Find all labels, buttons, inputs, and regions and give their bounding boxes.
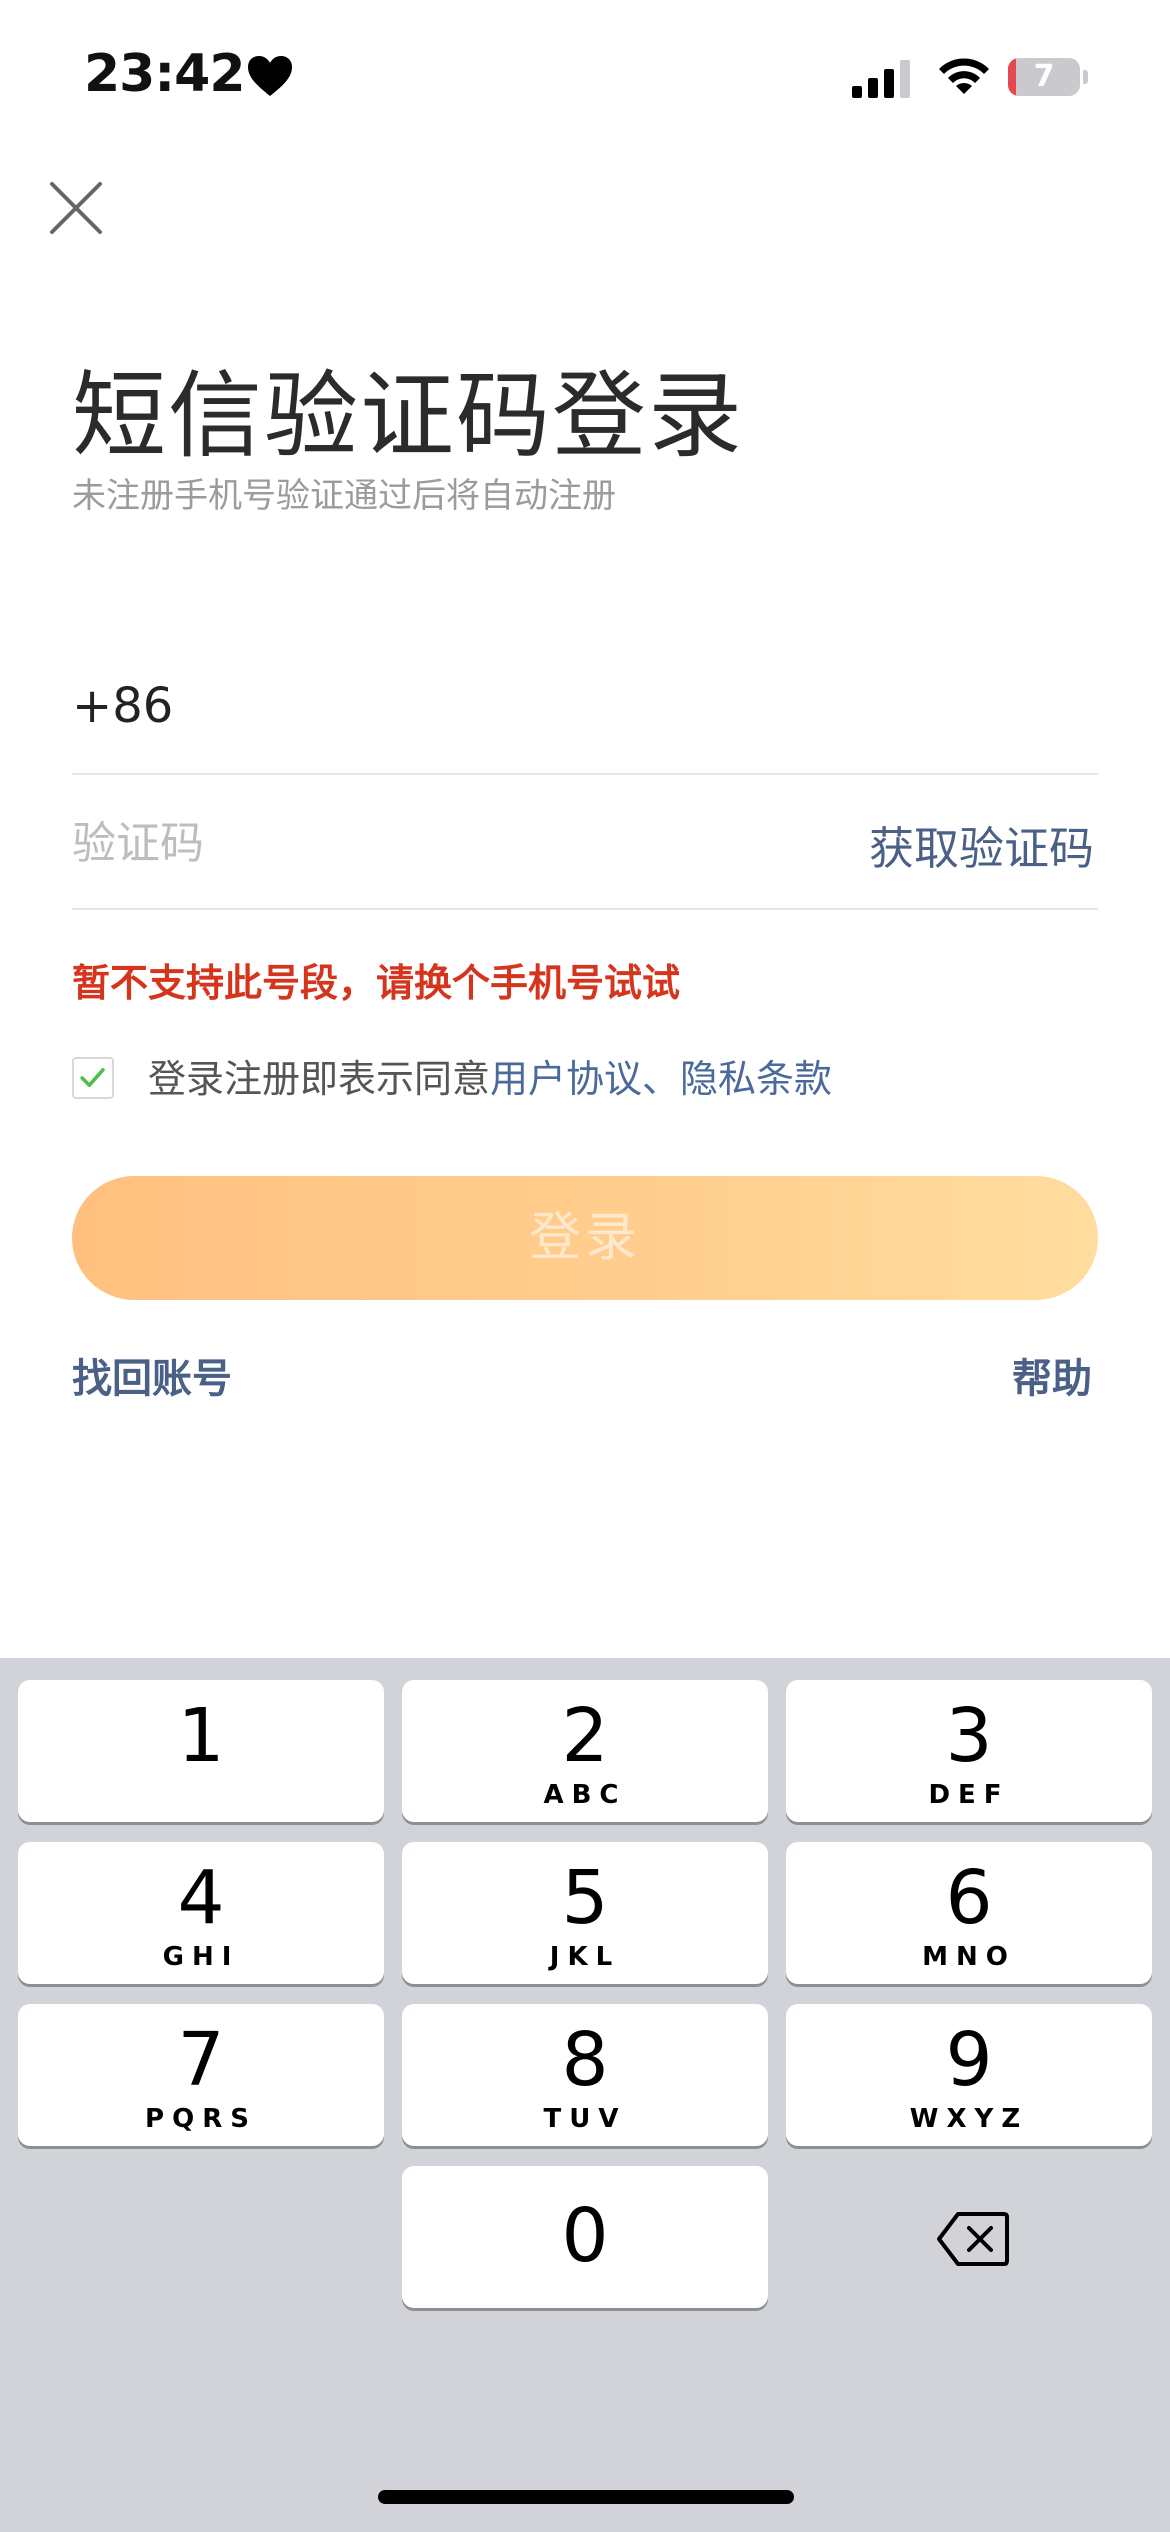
divider [72, 773, 1098, 775]
key-digit: 9 [945, 2017, 993, 2103]
key-letters: DEF [928, 1780, 1010, 1810]
login-button-label: 登录 [528, 1208, 641, 1268]
key-0[interactable]: 0 [402, 2166, 768, 2308]
key-letters: ABC [543, 1780, 627, 1810]
key-digit: 6 [945, 1855, 993, 1941]
key-digit: 3 [945, 1693, 993, 1779]
close-icon[interactable] [48, 180, 104, 236]
key-letters: MNO [922, 1942, 1016, 1972]
user-agreement-link[interactable]: 用户协议 [490, 1057, 642, 1101]
privacy-policy-link[interactable]: 隐私条款 [680, 1057, 832, 1101]
key-9[interactable]: 9 WXYZ [786, 2004, 1152, 2146]
country-code[interactable]: +86 [72, 678, 173, 734]
help-link[interactable]: 帮助 [1012, 1346, 1092, 1404]
key-5[interactable]: 5 JKL [402, 1842, 768, 1984]
key-3[interactable]: 3 DEF [786, 1680, 1152, 1822]
status-time: 23:42 [84, 44, 246, 104]
cellular-signal-icon [852, 60, 910, 98]
home-indicator[interactable] [378, 2490, 794, 2504]
wifi-icon [939, 58, 989, 94]
key-4[interactable]: 4 GHI [18, 1842, 384, 1984]
agreement-checkbox[interactable] [72, 1057, 114, 1099]
key-digit: 5 [561, 1855, 609, 1941]
key-2[interactable]: 2 ABC [402, 1680, 768, 1822]
key-digit: 2 [561, 1693, 609, 1779]
find-account-link[interactable]: 找回账号 [72, 1346, 232, 1404]
key-digit: 1 [177, 1693, 225, 1779]
battery-level: 7 [1033, 59, 1055, 94]
backspace-icon[interactable] [936, 2210, 1010, 2268]
key-letters: WXYZ [909, 2104, 1029, 2134]
page-subtitle: 未注册手机号验证通过后将自动注册 [72, 476, 616, 516]
checkmark-icon [80, 1068, 105, 1088]
key-letters: PQRS [145, 2104, 257, 2134]
numeric-keypad: 1 2 ABC 3 DEF 4 GHI 5 JKL 6 MNO 7 PQRS 8… [0, 1658, 1170, 2532]
heart-icon [248, 56, 292, 96]
key-letters: GHI [162, 1942, 240, 1972]
divider [72, 908, 1098, 910]
key-6[interactable]: 6 MNO [786, 1842, 1152, 1984]
key-1[interactable]: 1 [18, 1680, 384, 1822]
error-message: 暂不支持此号段，请换个手机号试试 [72, 961, 681, 1005]
login-button[interactable]: 登录 [72, 1176, 1098, 1300]
agreement-separator: 、 [642, 1057, 681, 1101]
verification-code-input[interactable] [72, 808, 772, 878]
key-8[interactable]: 8 TUV [402, 2004, 768, 2146]
key-7[interactable]: 7 PQRS [18, 2004, 384, 2146]
key-letters: TUV [543, 2104, 627, 2134]
key-letters: JKL [549, 1942, 621, 1972]
agreement-prefix: 登录注册即表示同意 [148, 1057, 491, 1101]
key-digit: 8 [561, 2017, 609, 2103]
key-digit: 7 [177, 2017, 225, 2103]
get-code-button[interactable]: 获取验证码 [869, 812, 1094, 877]
page-title: 短信验证码登录 [72, 362, 745, 471]
battery-icon: 7 [1008, 58, 1090, 98]
key-digit: 4 [177, 1855, 225, 1941]
agreement-text: 登录注册即表示同意用户协议、隐私条款 [148, 1048, 832, 1103]
key-digit: 0 [561, 2193, 609, 2279]
